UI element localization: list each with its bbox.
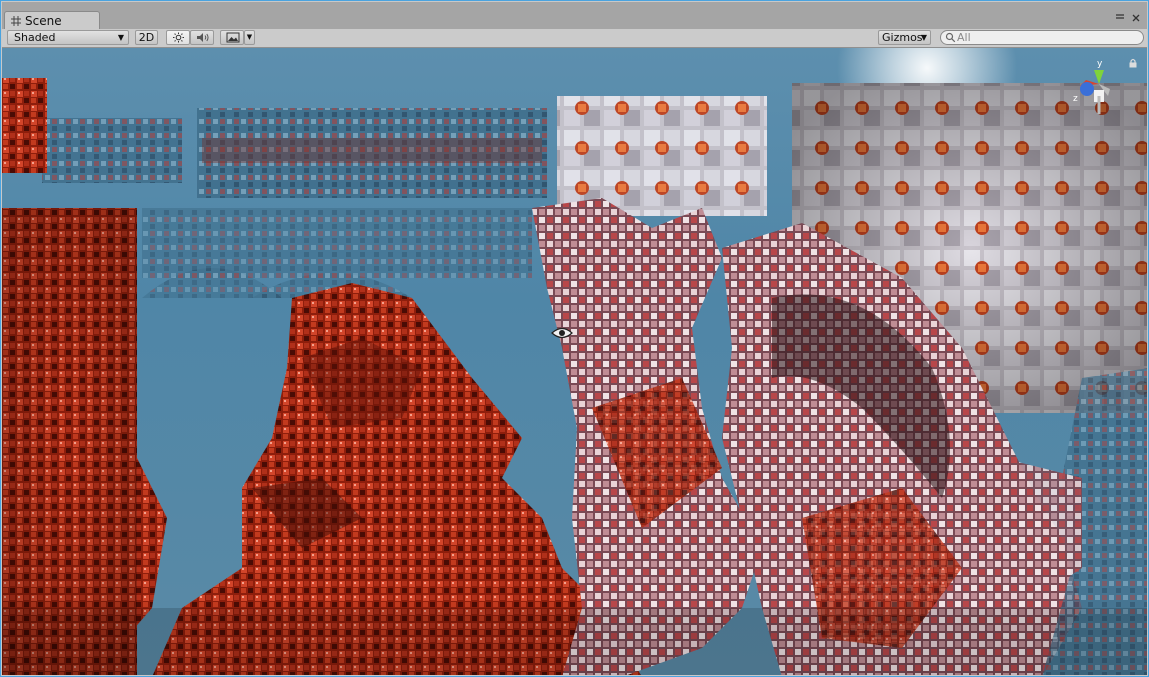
tab-scene[interactable]: Scene: [4, 11, 100, 30]
image-icon: [226, 32, 240, 43]
toggle-2d-button[interactable]: 2D: [135, 30, 158, 45]
lighting-toggle-button[interactable]: [166, 30, 190, 45]
effects-toggle-button[interactable]: [220, 30, 244, 45]
grid-icon: [11, 16, 21, 26]
draw-mode-dropdown[interactable]: Shaded ▼: [7, 30, 129, 45]
audio-toggle-button[interactable]: [190, 30, 214, 45]
gizmo-y-label: y: [1097, 59, 1103, 69]
dropdown-arrow-icon: ▼: [117, 33, 124, 42]
eye-icon: [551, 327, 573, 339]
tab-label: Scene: [25, 14, 62, 28]
search-placeholder: All: [957, 31, 971, 44]
dropdown-arrow-icon: ▼: [920, 33, 927, 42]
lock-icon[interactable]: [1128, 58, 1138, 68]
search-field[interactable]: All: [940, 30, 1144, 45]
scene-viewport[interactable]: y z: [2, 48, 1147, 675]
tab-strip: Scene: [2, 2, 1147, 30]
sun-icon: [173, 32, 184, 43]
speaker-icon: [197, 33, 209, 42]
effects-dropdown-arrow-icon[interactable]: ▼: [244, 30, 255, 45]
gizmo-z-label: z: [1073, 94, 1078, 104]
gizmos-dropdown[interactable]: Gizmos ▼: [878, 30, 931, 45]
gizmos-label: Gizmos: [882, 31, 923, 44]
window-menu-icon[interactable]: [1113, 10, 1127, 26]
scene-toolbar: Shaded ▼ 2D ▼ Gizmos ▼ All: [2, 29, 1147, 48]
draw-mode-label: Shaded: [14, 31, 56, 44]
close-icon[interactable]: [1129, 10, 1143, 26]
scene-window: Scene Shaded ▼ 2D ▼ Gizmos ▼ All y z: [0, 0, 1149, 677]
fractal-render: [2, 78, 1147, 675]
search-icon: [945, 32, 956, 43]
orientation-gizmo-icon[interactable]: y z: [1068, 56, 1112, 122]
